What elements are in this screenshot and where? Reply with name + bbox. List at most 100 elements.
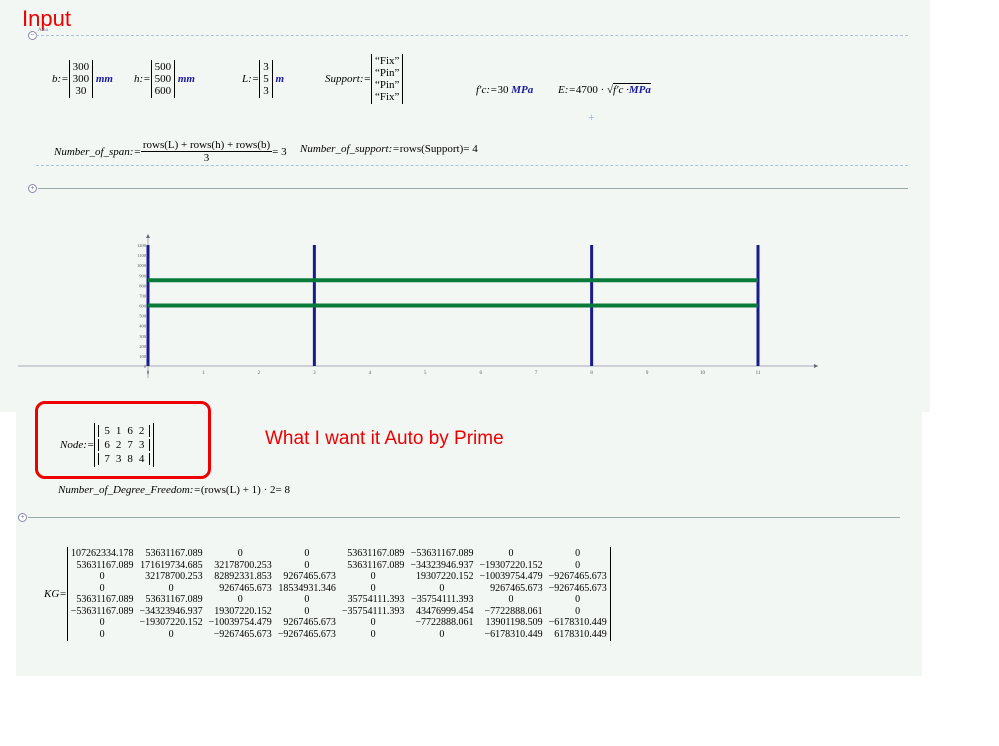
matrix-cell: 43476999.454 [415,605,474,617]
matrix-cell: 6178310.449 [554,628,607,640]
x-tick-label: 5 [424,371,427,376]
cell: 2 [115,439,122,451]
y-tick-label: 500 [139,314,147,319]
matrix-cell: 9267465.673 [219,582,272,594]
cell: 8 [127,453,133,465]
expr: (rows(L) + 1) · 2 [200,484,276,496]
matrix-cell: 0 [99,628,105,640]
matrix-cell: −9267465.673 [213,628,272,640]
matrix-cell: 0 [370,571,376,582]
y-tick-label: 900 [139,273,147,278]
matrix-row: 0 0 −9267465.673 −9267465.673 0 0 −6178310.449… [68,629,610,641]
x-tick-label: 4 [369,371,372,376]
cell: 4 [138,453,145,465]
y-tick-label: 400 [139,324,147,329]
node-row: 7384 [98,453,151,465]
kg-result[interactable]: KG = 107262334.178 53631167.089 0 0 53631167.… [44,547,611,641]
matrix-cell: −7722888.061 [415,617,474,628]
matrix-cell: 171619734.685 [140,559,203,571]
matrix-row: 0 0 9267465.673 18534931.346 0 0 9267465.673 −9… [68,583,610,595]
matrix-cell: 0 [439,582,445,594]
cell: 6 [127,425,133,437]
matrix-row: 0 32178700.253 82892331.853 9267465.673 0 193… [68,571,610,583]
x-tick-label: 10 [700,371,706,376]
matrix-cell: 53631167.089 [347,548,405,559]
matrix-cell: 9267465.673 [283,617,336,628]
y-tick-label: 1100 [137,253,147,258]
matrix-cell: −34323946.937 [139,605,203,617]
xy-plot[interactable]: 0 1 2 3 4 5 6 7 8 9 10 1101002003004005006007008009… [0,0,999,412]
matrix-cell: 19307220.152 [415,571,474,582]
matrix-cell: 0 [168,582,174,594]
x-tick-label: 0 [147,371,150,376]
matrix-cell: 0 [575,548,581,559]
matrix-cell: −6178310.449 [484,628,543,640]
node-row: 5162 [98,425,151,437]
matrix-cell: 0 [370,617,376,628]
cell: 3 [115,453,122,465]
area-divider [28,517,900,518]
matrix-cell: 9267465.673 [490,582,543,594]
x-axis-arrow-icon [814,364,818,368]
y-tick-label: 800 [139,283,147,288]
kg-matrix: 107262334.178 53631167.089 0 0 53631167.089−… [66,547,611,641]
dof-definition[interactable]: Number_of_Degree_Freedom:=(rows(L) + 1) … [58,484,290,496]
matrix-cell: 0 [575,559,581,571]
matrix-cell: 0 [575,594,581,605]
expand-area-icon[interactable]: + [18,513,27,522]
matrix-cell: 0 [168,628,174,640]
matrix-cell: −9267465.673 [548,582,607,594]
matrix-row: 53631167.089 171619734.685 32178700.253 0 53… [68,560,610,572]
matrix-cell: 0 [237,548,243,559]
matrix-cell: 53631167.089 [347,559,405,571]
cell: 3 [138,439,145,451]
matrix-cell: 0 [508,548,514,559]
annotation-text: What I want it Auto by Prime [265,428,504,449]
matrix-cell: −10039754.479 [208,617,272,628]
matrix-cell: 53631167.089 [145,548,203,559]
matrix-cell: −35754111.393 [411,594,474,605]
matrix-cell: 0 [304,548,310,559]
matrix-cell: −19307220.152 [139,617,203,628]
matrix-cell: 53631167.089 [145,594,203,605]
matrix-cell: −53631167.089 [410,548,474,559]
y-tick-label: 300 [139,334,147,339]
matrix-cell: −35754111.393 [341,605,405,617]
matrix-cell: 53631167.089 [76,594,134,605]
matrix-cell: −9267465.673 [548,571,607,582]
result: = 8 [275,484,290,496]
y-tick-label: 700 [139,293,147,298]
cell: 1 [115,425,122,437]
matrix-cell: 35754111.393 [347,594,405,605]
x-tick-label: 2 [258,371,261,376]
matrix-cell: 19307220.152 [214,605,272,617]
x-tick-label: 7 [535,371,538,376]
matrix-cell: −7722888.061 [484,605,543,617]
cell: 5 [104,425,110,437]
matrix-cell: 13901198.509 [485,617,543,628]
node-matrix: 516262737384 [94,423,155,467]
x-tick-label: 11 [756,371,761,376]
matrix-cell: 32178700.253 [214,559,272,571]
y-tick-label: 1000 [137,263,147,268]
x-tick-label: 1 [202,371,205,376]
node-definition[interactable]: Node:= 516262737384 [60,423,155,467]
matrix-cell: 0 [304,559,310,571]
node-row: 6273 [98,439,151,451]
x-tick-label: 3 [313,371,316,376]
matrix-cell: −9267465.673 [277,628,336,640]
cell: 6 [104,439,110,451]
matrix-cell: −19307220.152 [479,559,543,571]
cell: 2 [138,425,145,437]
y-tick-label: 1200 [137,243,147,248]
cell: 7 [127,439,133,451]
var-name: Number_of_Degree_Freedom [58,484,190,496]
cell: 7 [104,453,110,465]
matrix-cell: 9267465.673 [283,571,336,582]
matrix-cell: 0 [508,594,514,605]
matrix-cell: 0 [99,617,105,628]
matrix-cell: 0 [575,605,581,617]
y-tick-label: 200 [139,344,147,349]
matrix-cell: 0 [439,628,445,640]
matrix-cell: 0 [237,594,243,605]
